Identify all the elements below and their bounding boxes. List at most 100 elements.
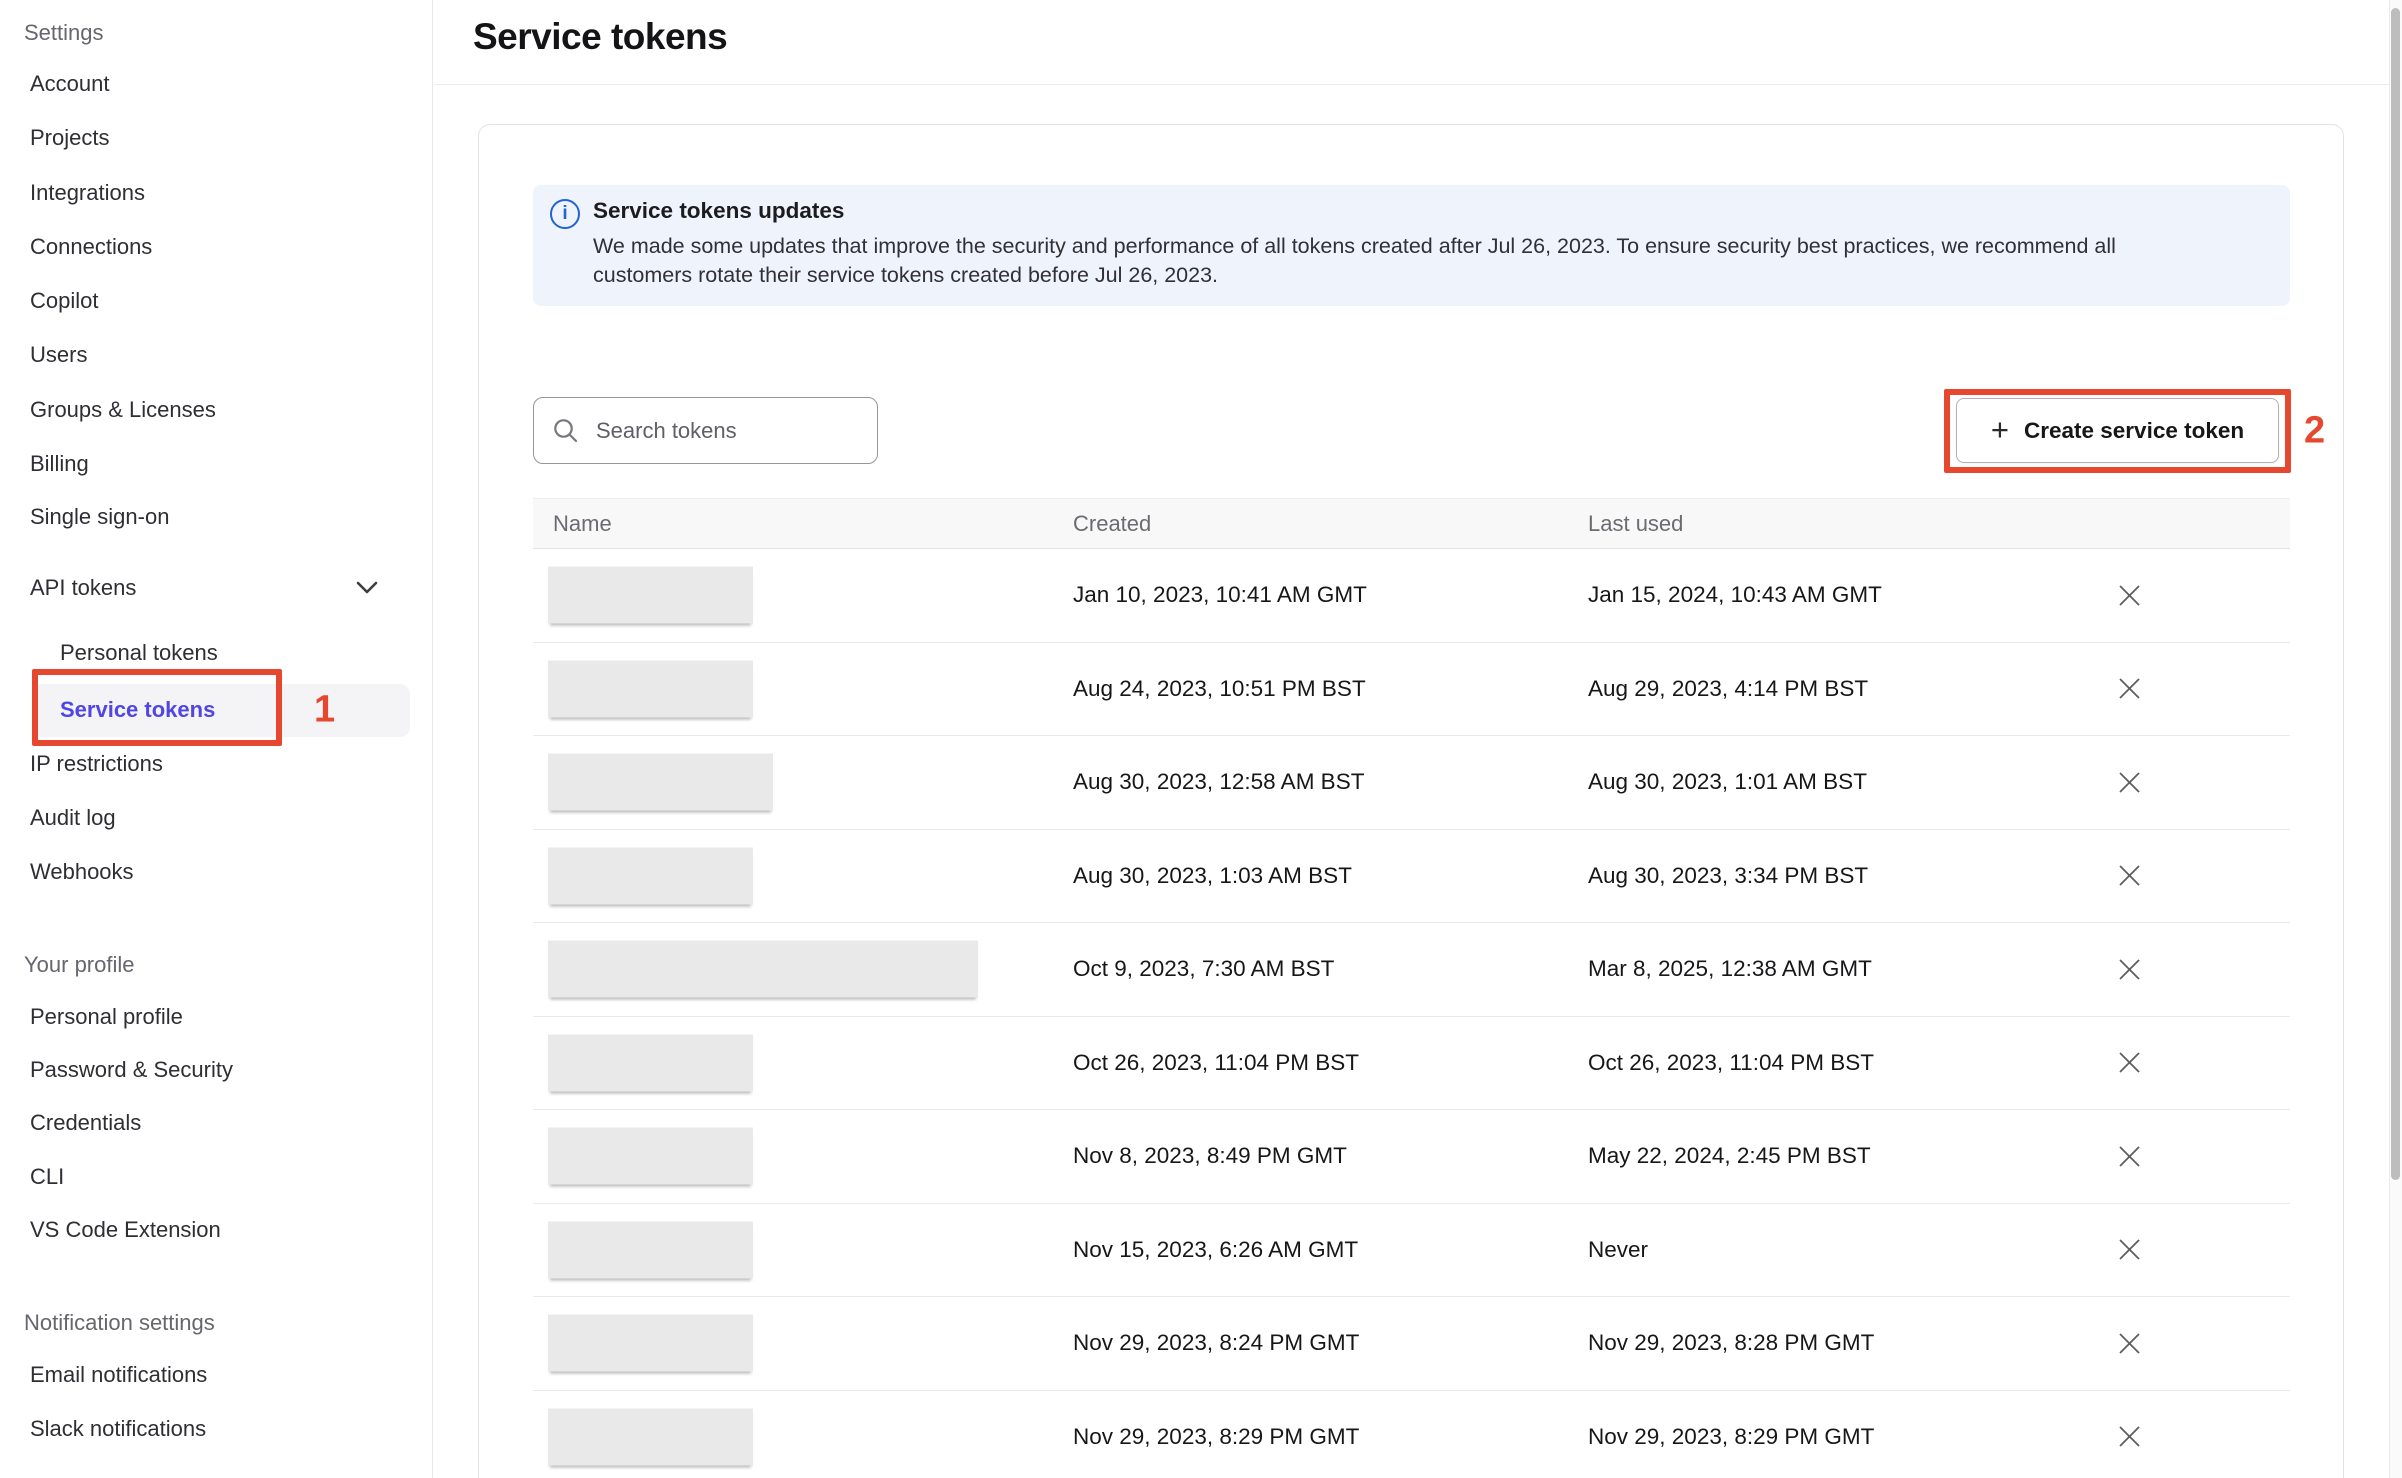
token-name-redacted: [548, 941, 978, 998]
create-service-token-button[interactable]: + Create service token: [1956, 398, 2279, 463]
sidebar-item-personal-profile[interactable]: Personal profile: [30, 1004, 183, 1030]
sidebar-item-connections[interactable]: Connections: [30, 234, 152, 260]
table-row: Nov 8, 2023, 8:49 PM GMT May 22, 2024, 2…: [533, 1110, 2290, 1204]
settings-sidebar: Settings Account Projects Integrations C…: [0, 0, 433, 1478]
create-service-token-label: Create service token: [2024, 418, 2244, 444]
token-created: Nov 29, 2023, 8:24 PM GMT: [1073, 1330, 1359, 1356]
search-box: [533, 397, 878, 464]
token-last-used: Mar 8, 2025, 12:38 AM GMT: [1588, 956, 1872, 982]
token-name-redacted: [548, 1128, 753, 1185]
close-icon: [2118, 1238, 2141, 1261]
plus-icon: +: [1991, 414, 2009, 445]
sidebar-item-api-tokens[interactable]: API tokens: [30, 575, 136, 601]
sidebar-item-slack-notifications[interactable]: Slack notifications: [30, 1416, 206, 1442]
sidebar-item-cli[interactable]: CLI: [30, 1164, 64, 1190]
token-name-redacted: [548, 567, 753, 624]
token-created: Nov 15, 2023, 6:26 AM GMT: [1073, 1237, 1358, 1263]
delete-token-button[interactable]: [2109, 1417, 2149, 1457]
close-icon: [2118, 1425, 2141, 1448]
sidebar-item-audit-log[interactable]: Audit log: [30, 805, 116, 831]
delete-token-button[interactable]: [2109, 575, 2149, 615]
close-icon: [2118, 864, 2141, 887]
token-last-used: Aug 29, 2023, 4:14 PM BST: [1588, 676, 1868, 702]
page-title: Service tokens: [473, 16, 727, 58]
close-icon: [2118, 771, 2141, 794]
table-row: Jan 10, 2023, 10:41 AM GMT Jan 15, 2024,…: [533, 549, 2290, 643]
close-icon: [2118, 584, 2141, 607]
table-row: Nov 29, 2023, 8:29 PM GMT Nov 29, 2023, …: [533, 1391, 2290, 1478]
sidebar-item-password-security[interactable]: Password & Security: [30, 1057, 233, 1083]
sidebar-item-service-tokens[interactable]: Service tokens: [60, 697, 215, 723]
sidebar-item-projects[interactable]: Projects: [30, 125, 109, 151]
token-created: Aug 24, 2023, 10:51 PM BST: [1073, 676, 1366, 702]
sidebar-item-integrations[interactable]: Integrations: [30, 180, 145, 206]
token-last-used: Nov 29, 2023, 8:28 PM GMT: [1588, 1330, 1874, 1356]
delete-token-button[interactable]: [2109, 949, 2149, 989]
annotation-step-2: 2: [2304, 410, 2325, 453]
sidebar-item-ip-restrictions[interactable]: IP restrictions: [30, 751, 163, 777]
title-divider: [434, 84, 2389, 85]
token-created: Aug 30, 2023, 12:58 AM BST: [1073, 769, 1364, 795]
token-last-used: Never: [1588, 1237, 1648, 1263]
token-created: Oct 9, 2023, 7:30 AM BST: [1073, 956, 1334, 982]
column-header-last-used: Last used: [1588, 511, 1683, 537]
token-last-used: Oct 26, 2023, 11:04 PM BST: [1588, 1050, 1874, 1076]
token-name-redacted: [548, 1034, 753, 1091]
token-name-redacted: [548, 660, 753, 717]
token-created: Nov 8, 2023, 8:49 PM GMT: [1073, 1143, 1347, 1169]
delete-token-button[interactable]: [2109, 762, 2149, 802]
token-created: Oct 26, 2023, 11:04 PM BST: [1073, 1050, 1359, 1076]
delete-token-button[interactable]: [2109, 1043, 2149, 1083]
annotation-step-1: 1: [314, 689, 335, 732]
delete-token-button[interactable]: [2109, 1323, 2149, 1363]
close-icon: [2118, 1051, 2141, 1074]
sidebar-item-copilot[interactable]: Copilot: [30, 288, 98, 314]
token-name-redacted: [548, 1408, 753, 1465]
table-row: Oct 26, 2023, 11:04 PM BST Oct 26, 2023,…: [533, 1017, 2290, 1111]
token-last-used: May 22, 2024, 2:45 PM BST: [1588, 1143, 1871, 1169]
table-row: Oct 9, 2023, 7:30 AM BST Mar 8, 2025, 12…: [533, 923, 2290, 1017]
banner-text-line1: We made some updates that improve the se…: [593, 234, 2116, 259]
service-tokens-page: Settings Account Projects Integrations C…: [0, 0, 2402, 1478]
token-name-redacted: [548, 1221, 753, 1278]
sidebar-section-notification-settings: Notification settings: [24, 1310, 215, 1336]
sidebar-item-billing[interactable]: Billing: [30, 451, 89, 477]
close-icon: [2118, 958, 2141, 981]
delete-token-button[interactable]: [2109, 669, 2149, 709]
token-last-used: Nov 29, 2023, 8:29 PM GMT: [1588, 1424, 1874, 1450]
chevron-down-icon[interactable]: [352, 578, 382, 598]
table-body: Jan 10, 2023, 10:41 AM GMT Jan 15, 2024,…: [533, 549, 2290, 1478]
table-row: Aug 30, 2023, 1:03 AM BST Aug 30, 2023, …: [533, 830, 2290, 924]
token-created: Aug 30, 2023, 1:03 AM BST: [1073, 863, 1352, 889]
column-header-created: Created: [1073, 511, 1151, 537]
table-row: Aug 24, 2023, 10:51 PM BST Aug 29, 2023,…: [533, 643, 2290, 737]
sidebar-section-settings: Settings: [24, 20, 104, 46]
table-row: Nov 15, 2023, 6:26 AM GMT Never: [533, 1204, 2290, 1298]
sidebar-item-single-sign-on[interactable]: Single sign-on: [30, 504, 169, 530]
token-name-redacted: [548, 754, 773, 811]
search-input[interactable]: [533, 397, 878, 464]
sidebar-item-vs-code-extension[interactable]: VS Code Extension: [30, 1217, 221, 1243]
sidebar-item-email-notifications[interactable]: Email notifications: [30, 1362, 207, 1388]
sidebar-item-personal-tokens[interactable]: Personal tokens: [60, 640, 218, 666]
token-name-redacted: [548, 847, 753, 904]
info-banner: i Service tokens updates We made some up…: [533, 185, 2290, 306]
token-last-used: Aug 30, 2023, 3:34 PM BST: [1588, 863, 1868, 889]
banner-title: Service tokens updates: [593, 198, 844, 224]
banner-text-line2: customers rotate their service tokens cr…: [593, 263, 1218, 288]
delete-token-button[interactable]: [2109, 1230, 2149, 1270]
sidebar-item-users[interactable]: Users: [30, 342, 87, 368]
close-icon: [2118, 677, 2141, 700]
close-icon: [2118, 1332, 2141, 1355]
sidebar-item-account[interactable]: Account: [30, 71, 110, 97]
delete-token-button[interactable]: [2109, 1136, 2149, 1176]
scrollbar-thumb[interactable]: [2391, 8, 2400, 1180]
table-header: Name Created Last used: [533, 498, 2290, 549]
sidebar-item-webhooks[interactable]: Webhooks: [30, 859, 134, 885]
sidebar-section-your-profile: Your profile: [24, 952, 134, 978]
sidebar-item-groups-licenses[interactable]: Groups & Licenses: [30, 397, 216, 423]
sidebar-item-credentials[interactable]: Credentials: [30, 1110, 141, 1136]
token-created: Jan 10, 2023, 10:41 AM GMT: [1073, 582, 1367, 608]
column-header-name: Name: [553, 511, 612, 537]
delete-token-button[interactable]: [2109, 856, 2149, 896]
